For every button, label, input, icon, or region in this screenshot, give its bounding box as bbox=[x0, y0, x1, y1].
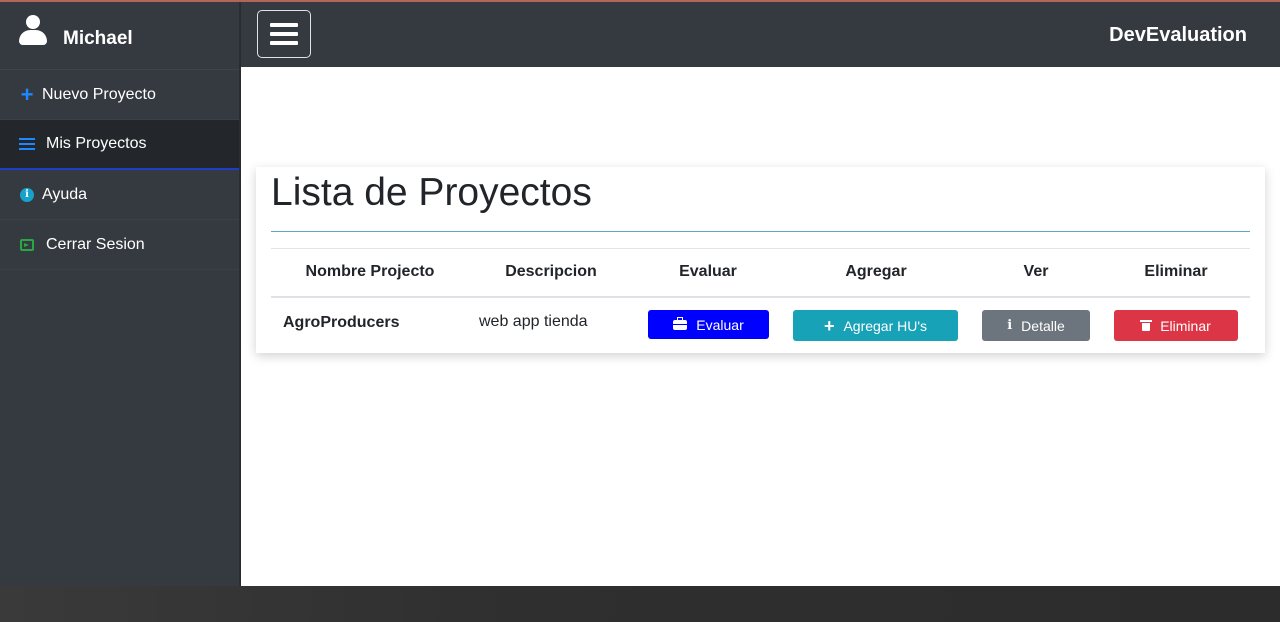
briefcase-icon bbox=[673, 316, 688, 330]
column-header-eliminar: Eliminar bbox=[1144, 263, 1208, 280]
list-icon bbox=[18, 135, 36, 153]
evaluate-button-label: Evaluar bbox=[696, 316, 744, 333]
plus-icon: + bbox=[823, 315, 835, 336]
brand-title: DevEvaluation bbox=[1109, 24, 1247, 46]
info-icon: i bbox=[1007, 318, 1013, 333]
user-icon bbox=[18, 14, 48, 49]
main-content: Lista de Proyectos Nombre Projecto Descr… bbox=[241, 67, 1280, 586]
projects-card: Lista de Proyectos Nombre Projecto Descr… bbox=[256, 167, 1265, 353]
user-name: Michael bbox=[63, 27, 133, 49]
trash-icon bbox=[1140, 320, 1153, 331]
top-navbar: DevEvaluation bbox=[241, 2, 1280, 67]
table-header-divider bbox=[271, 296, 1250, 298]
table-top-divider bbox=[271, 248, 1250, 249]
sidebar-item-nuevo-proyecto[interactable]: + Nuevo Proyecto bbox=[0, 70, 239, 120]
delete-button-label: Eliminar bbox=[1160, 317, 1211, 334]
page-title: Lista de Proyectos bbox=[271, 171, 592, 214]
sidebar: Michael + Nuevo Proyecto Mis Proyectos i… bbox=[0, 2, 240, 586]
column-header-agregar: Agregar bbox=[845, 263, 907, 280]
column-header-ver: Ver bbox=[1023, 263, 1049, 280]
detail-button[interactable]: i Detalle bbox=[982, 310, 1090, 341]
info-icon: i bbox=[18, 186, 36, 204]
add-hus-button-label: Agregar HU's bbox=[843, 317, 928, 334]
column-header-descripcion: Descripcion bbox=[505, 263, 597, 280]
detail-button-label: Detalle bbox=[1021, 317, 1065, 334]
delete-button[interactable]: Eliminar bbox=[1114, 310, 1238, 341]
sign-out-icon bbox=[18, 236, 36, 254]
sidebar-user-header: Michael bbox=[0, 2, 239, 70]
sidebar-item-label: Nuevo Proyecto bbox=[42, 85, 156, 103]
desktop-background-strip bbox=[0, 586, 1280, 622]
hamburger-menu-button[interactable] bbox=[257, 10, 311, 58]
project-name: AgroProducers bbox=[283, 314, 400, 331]
sidebar-item-label: Mis Proyectos bbox=[46, 135, 147, 152]
add-hus-button[interactable]: + Agregar HU's bbox=[793, 310, 958, 341]
sidebar-item-label: Ayuda bbox=[42, 185, 88, 203]
sidebar-item-mis-proyectos[interactable]: Mis Proyectos bbox=[0, 120, 239, 170]
sidebar-item-ayuda[interactable]: i Ayuda bbox=[0, 170, 239, 220]
evaluate-button[interactable]: Evaluar bbox=[648, 310, 769, 339]
sidebar-item-label: Cerrar Sesion bbox=[46, 235, 145, 253]
sidebar-item-cerrar-sesion[interactable]: Cerrar Sesion bbox=[0, 220, 239, 270]
column-header-nombre: Nombre Projecto bbox=[305, 263, 435, 280]
column-header-evaluar: Evaluar bbox=[679, 263, 737, 280]
title-divider bbox=[271, 231, 1250, 232]
plus-icon: + bbox=[20, 81, 34, 107]
project-description: web app tienda bbox=[479, 313, 588, 330]
